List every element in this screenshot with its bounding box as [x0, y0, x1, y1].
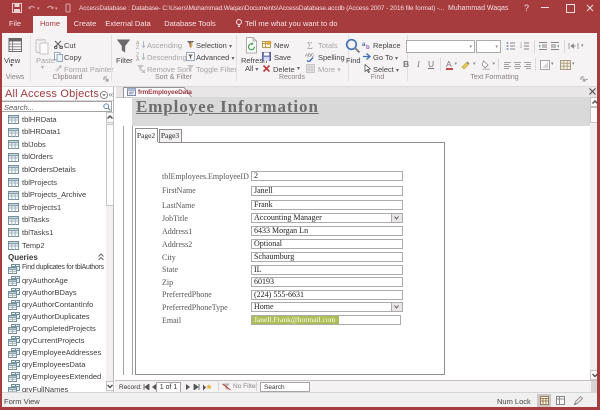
svg-text:A: A — [136, 57, 140, 61]
svg-text:Σ: Σ — [307, 41, 313, 50]
svg-text:2: 2 — [520, 45, 522, 49]
svg-text:ABC: ABC — [305, 53, 315, 58]
svg-text:Z: Z — [136, 45, 139, 49]
svg-text:b: b — [366, 45, 370, 49]
